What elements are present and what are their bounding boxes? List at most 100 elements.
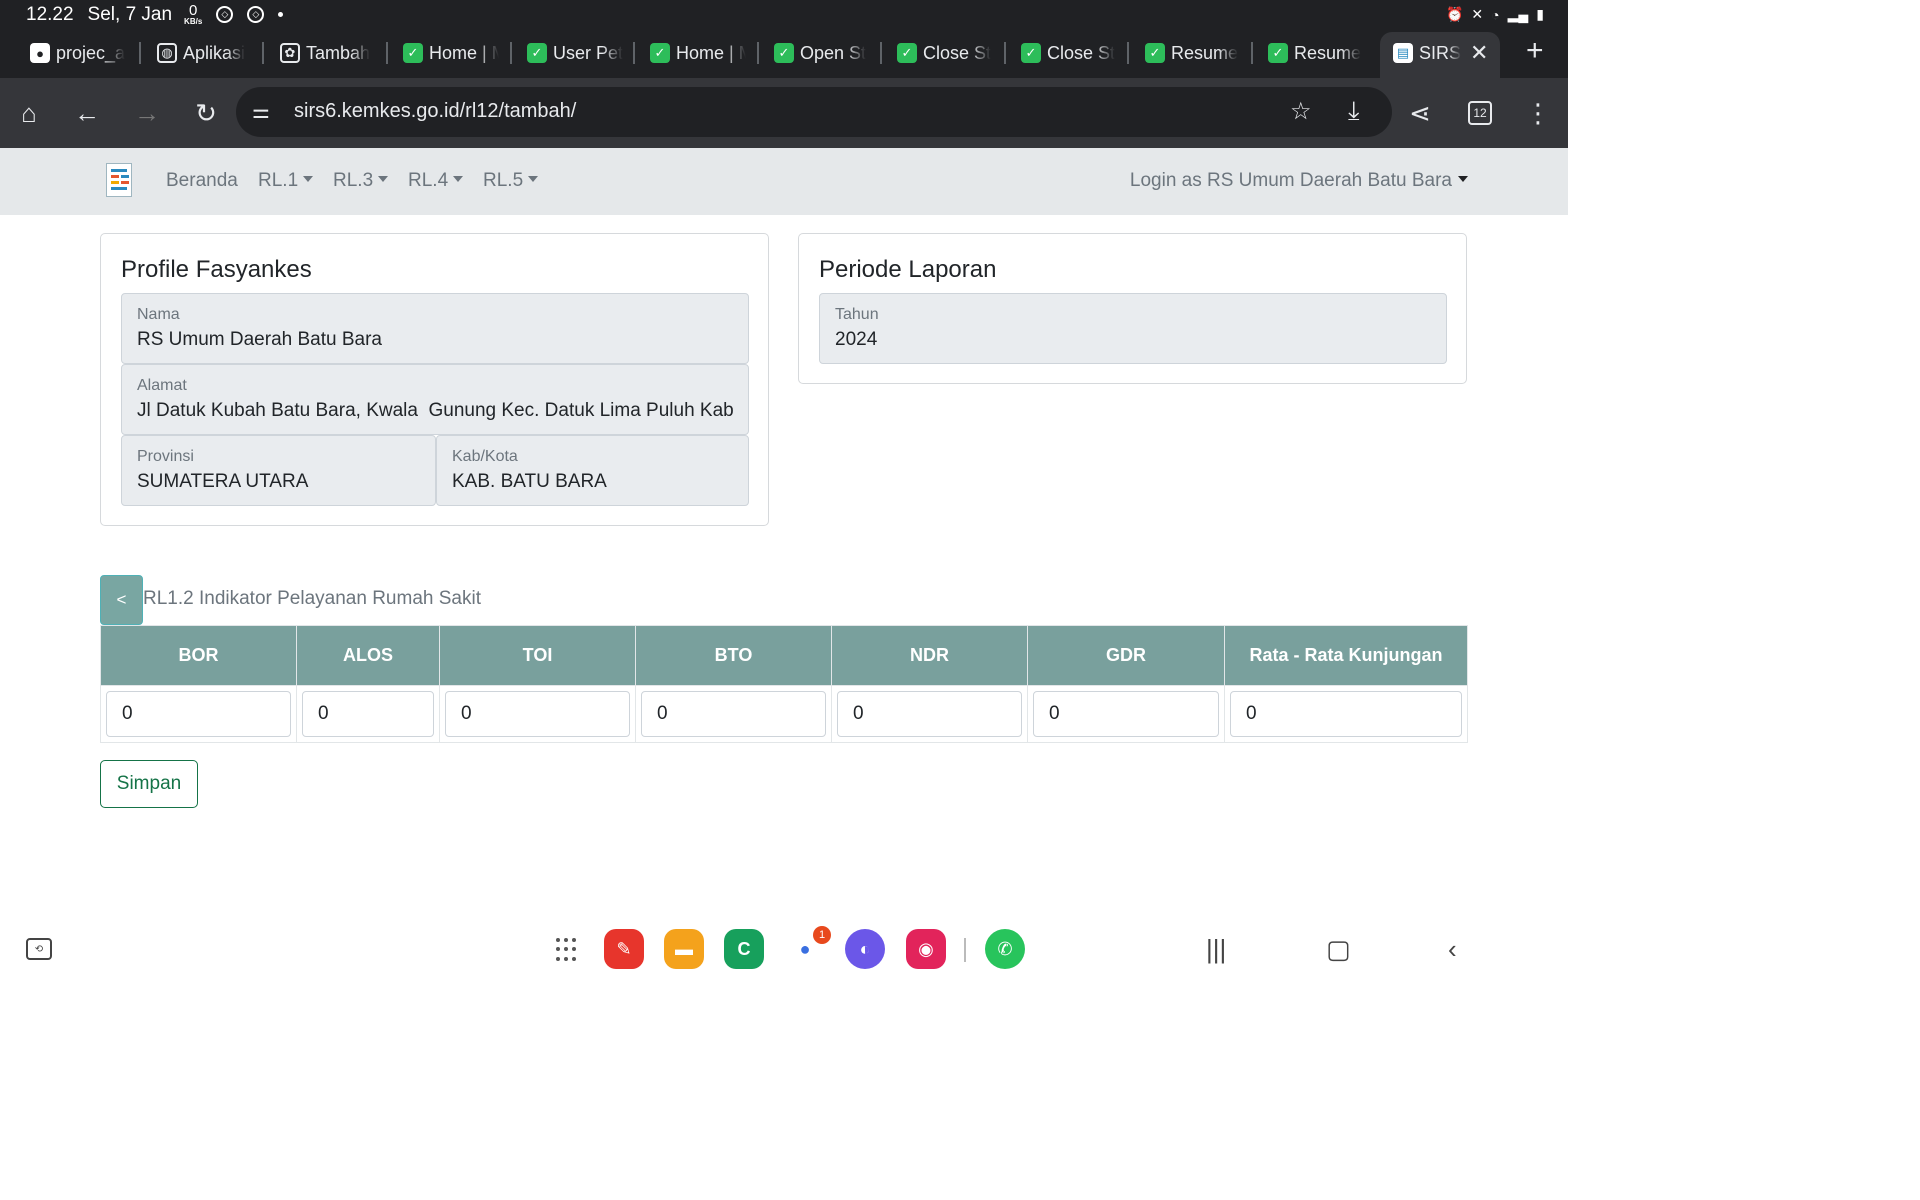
alarm-icon: ⏰ <box>1445 6 1464 22</box>
check-shield-icon: ✓ <box>527 43 547 63</box>
ndr-input[interactable] <box>837 691 1022 737</box>
check-shield-icon: ✓ <box>403 43 423 63</box>
tab-sirs-active[interactable]: ▤ SIRS <box>1393 38 1463 68</box>
check-shield-icon: ✓ <box>1268 43 1288 63</box>
rata-rata-kunjungan-input[interactable] <box>1230 691 1462 737</box>
rl12-indicator-table: BOR ALOS TOI BTO NDR GDR Rata - Rata Kun… <box>100 625 1468 743</box>
nav-rl3-dropdown[interactable]: RL.3 <box>333 170 388 192</box>
github-icon: ● <box>30 43 50 63</box>
periode-laporan-card: Periode Laporan Tahun 2024 <box>798 233 1467 384</box>
header-bor: BOR <box>100 625 297 686</box>
nav-rl5-dropdown[interactable]: RL.5 <box>483 170 538 192</box>
tab-user-pet[interactable]: ✓ User Pet <box>527 38 623 68</box>
simpan-button[interactable]: Simpan <box>100 760 198 808</box>
header-toi: TOI <box>439 625 636 686</box>
bookmark-star-icon[interactable]: ☆ <box>1290 97 1312 126</box>
card-title: Periode Laporan <box>819 256 997 283</box>
files-app-icon[interactable]: ▬ <box>664 929 704 969</box>
header-gdr: GDR <box>1027 625 1225 686</box>
check-shield-icon: ✓ <box>1145 43 1165 63</box>
whatsapp-app-icon[interactable]: ✆ <box>985 929 1025 969</box>
globe-icon: ◍ <box>157 43 177 63</box>
tab-resume-1[interactable]: ✓ Resume <box>1145 38 1241 68</box>
notes-app-icon[interactable]: ✎ <box>604 929 644 969</box>
phone-app-icon[interactable]: C <box>724 929 764 969</box>
tab-close-st-2[interactable]: ✓ Close St <box>1021 38 1117 68</box>
section-title: RL1.2 Indikator Pelayanan Rumah Sakit <box>143 588 481 609</box>
app-navbar: Beranda RL.1 RL.3 RL.4 RL.5 Login as RS … <box>0 148 1568 215</box>
tab-aplikasi[interactable]: ◍ Aplikasi <box>157 38 249 68</box>
toi-input[interactable] <box>445 691 630 737</box>
download-icon[interactable]: ⤓ <box>1348 95 1360 127</box>
url-text[interactable]: sirs6.kemkes.go.id/rl12/tambah/ <box>294 100 576 123</box>
table-row <box>100 685 1468 743</box>
recent-apps-icon[interactable]: ||| <box>1206 934 1226 965</box>
check-shield-icon: ✓ <box>897 43 917 63</box>
reload-icon[interactable]: ↻ <box>189 96 223 130</box>
home-icon[interactable]: ⌂ <box>12 96 46 130</box>
more-notifications-icon <box>278 12 284 17</box>
browser-toolbar: ⌂ ← → ↻ ⚌ sirs6.kemkes.go.id/rl12/tambah… <box>0 78 1568 148</box>
tab-close-st-1[interactable]: ✓ Close St <box>897 38 993 68</box>
home-nav-icon[interactable]: ▢ <box>1326 934 1351 965</box>
gdr-input[interactable] <box>1033 691 1219 737</box>
profile-fasyankes-card: Profile Fasyankes Nama RS Umum Daerah Ba… <box>100 233 769 526</box>
notification-app-icon: ◇ <box>247 6 265 23</box>
check-shield-icon: ✓ <box>650 43 670 63</box>
kabkota-field: Kab/Kota KAB. BATU BARA <box>436 435 749 506</box>
table-header-row: BOR ALOS TOI BTO NDR GDR Rata - Rata Kun… <box>100 625 1468 686</box>
new-tab-icon[interactable]: + <box>1526 36 1544 66</box>
tab-tambah[interactable]: ✿ Tambah <box>280 38 372 68</box>
menu-icon[interactable]: ⋮ <box>1521 96 1555 130</box>
card-title: Profile Fasyankes <box>121 256 312 283</box>
header-rata-rata-kunjungan: Rata - Rata Kunjungan <box>1224 625 1468 686</box>
sirs-logo[interactable] <box>106 163 132 197</box>
close-tab-icon[interactable]: ✕ <box>1470 40 1488 66</box>
sirs-icon: ▤ <box>1393 43 1413 63</box>
tab-resume-2[interactable]: ✓ Resume <box>1268 38 1364 68</box>
date: Sel, 7 Jan <box>87 3 173 25</box>
header-alos: ALOS <box>296 625 440 686</box>
wifi-icon: ◔ <box>1491 6 1500 23</box>
back-button[interactable]: < <box>100 575 143 625</box>
tab-home-1[interactable]: ✓ Home | M <box>403 38 499 68</box>
android-navigation-bar: ⟲ ✎ ▬ C ● 1 ◐ ◉ ✆ ||| ▢ ‹ <box>0 920 1568 980</box>
status-bar: 12.22 Sel, 7 Jan 0 KB/s ◇ ◇ ⏰ ✕ ◔ ▂▄ ▮ <box>0 0 1568 30</box>
app-drawer-icon[interactable] <box>556 938 580 962</box>
forward-icon[interactable]: → <box>130 96 164 130</box>
back-icon[interactable]: ← <box>70 96 104 130</box>
nama-field: Nama RS Umum Daerah Batu Bara <box>121 293 749 364</box>
tab-home-2[interactable]: ✓ Home | M <box>650 38 746 68</box>
back-nav-icon[interactable]: ‹ <box>1448 934 1457 965</box>
nav-beranda[interactable]: Beranda <box>166 170 238 192</box>
screen-rotate-icon[interactable]: ⟲ <box>26 938 52 960</box>
check-shield-icon: ✓ <box>1021 43 1041 63</box>
clock: 12.22 <box>26 3 74 25</box>
messages-badge: 1 <box>813 926 831 944</box>
site-settings-icon[interactable]: ⚌ <box>252 99 270 124</box>
nav-rl4-dropdown[interactable]: RL.4 <box>408 170 463 192</box>
tab-open-st[interactable]: ✓ Open St <box>774 38 870 68</box>
battery-icon: ▮ <box>1536 6 1544 22</box>
chatgpt-icon: ✿ <box>280 43 300 63</box>
network-speed: 0 KB/s <box>184 2 203 26</box>
address-bar[interactable]: ⚌ sirs6.kemkes.go.id/rl12/tambah/ ☆ ⤓ <box>236 87 1392 137</box>
camera-app-icon[interactable]: ◉ <box>906 929 946 969</box>
tahun-field: Tahun 2024 <box>819 293 1447 364</box>
bto-input[interactable] <box>641 691 826 737</box>
alos-input[interactable] <box>302 691 434 737</box>
tab-count-button[interactable]: 12 <box>1468 101 1492 125</box>
check-shield-icon: ✓ <box>774 43 794 63</box>
header-ndr: NDR <box>831 625 1028 686</box>
login-user-dropdown[interactable]: Login as RS Umum Daerah Batu Bara <box>1130 170 1468 192</box>
provinsi-field: Provinsi SUMATERA UTARA <box>121 435 436 506</box>
browser-app-icon[interactable]: ◐ <box>845 929 885 969</box>
mute-icon: ✕ <box>1471 6 1484 22</box>
header-bto: BTO <box>635 625 832 686</box>
nav-rl1-dropdown[interactable]: RL.1 <box>258 170 313 192</box>
share-icon[interactable]: ⋖ <box>1403 96 1437 130</box>
bor-input[interactable] <box>106 691 291 737</box>
notification-app-icon: ◇ <box>216 6 234 23</box>
tab-projec-a[interactable]: ● projec_a <box>30 38 126 68</box>
dock-divider <box>964 938 966 962</box>
